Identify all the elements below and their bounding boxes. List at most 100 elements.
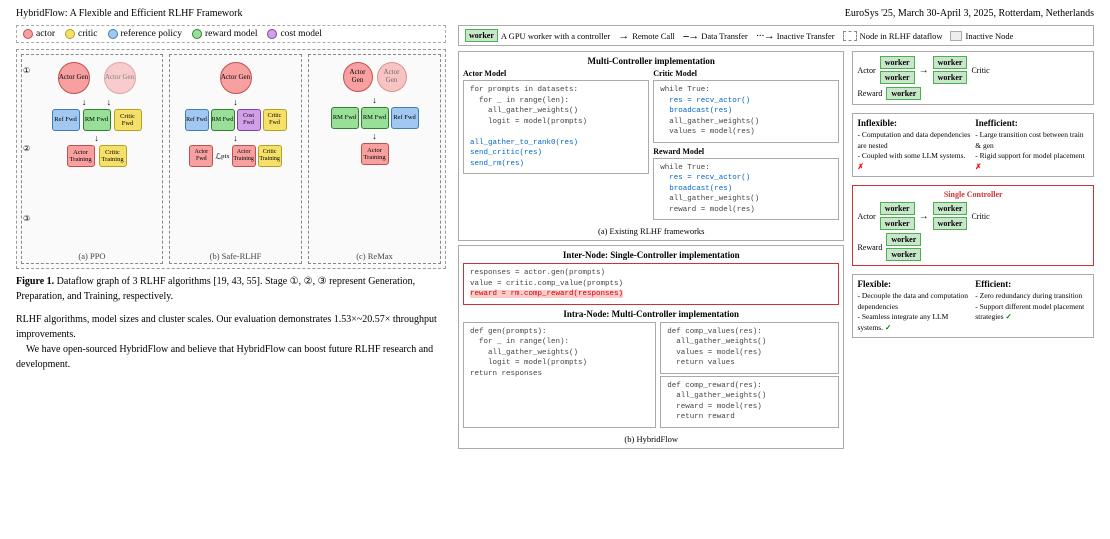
flexible-title: Flexible: xyxy=(857,279,971,289)
arrow-dashed-icon: --→ xyxy=(683,30,698,42)
remax-rm-fwd2: RM Fwd xyxy=(361,107,389,129)
worker-badge: worker xyxy=(465,29,498,42)
remote-call-legend: → Remote Call xyxy=(618,30,675,42)
safe-rlhf-label: (b) Safe-RLHF xyxy=(170,251,301,261)
hybridflow-section: Inter-Node: Single-Controller implementa… xyxy=(458,245,844,449)
reward-label-existing: Reward xyxy=(857,89,882,98)
algorithm-diagram: ① ② ③ Actor Gen Actor Gen ↓ ↓ xyxy=(16,49,446,269)
rlhf-node-label: Node in RLHF dataflow xyxy=(860,31,943,41)
inefficient-items: - Large transition cost between train & … xyxy=(975,130,1089,172)
actor-label-existing: Actor xyxy=(857,66,875,75)
inter-title: Inter-Node: Single-Controller implementa… xyxy=(463,250,839,260)
legend-refpol-label: reference policy xyxy=(121,29,182,39)
cost-circle xyxy=(267,29,277,39)
remax-actor-gen2: Actor Gen xyxy=(377,62,407,92)
legend-actor-label: actor xyxy=(36,29,55,39)
actor-circle xyxy=(23,29,33,39)
intra-title: Intra-Node: Multi-Controller implementat… xyxy=(463,309,839,319)
left-panel: actor critic reference policy reward mod… xyxy=(16,25,446,531)
figure-caption: Figure 1. Dataflow graph of 3 RLHF algor… xyxy=(16,275,446,304)
actor-label-hf: Actor xyxy=(857,212,875,221)
header-left: HybridFlow: A Flexible and Efficient RLH… xyxy=(16,8,242,19)
ppo-label: (a) PPO xyxy=(22,251,162,261)
arrow-solid-icon: → xyxy=(618,30,629,42)
srlhf-cost-fwd: Cost Fwd xyxy=(237,109,261,131)
remax-ref-fwd: Ref Fwd xyxy=(391,107,419,129)
inefficient-title: Inefficient: xyxy=(975,118,1089,128)
legend-critic-label: critic xyxy=(78,29,98,39)
reward-model-title: Reward Model xyxy=(653,147,839,156)
ppo-rm-fwd: RM Fwd xyxy=(83,109,111,131)
remax-block: Actor Gen Actor Gen ↓ RM Fwd RM Fwd Ref … xyxy=(308,54,441,264)
critic-label-hf: Critic xyxy=(971,212,989,221)
legend-actor: actor xyxy=(23,29,55,39)
existing-section: Multi-Controller implementation Actor Mo… xyxy=(458,51,844,241)
worker-box-2: worker xyxy=(880,71,915,84)
comp-reward-code: def comp_reward(res): all_gather_weights… xyxy=(660,376,839,428)
srlhf-critic-fwd: Critic Fwd xyxy=(263,109,287,131)
legend-reward: reward model xyxy=(192,29,258,39)
critic-circle xyxy=(65,29,75,39)
actor-model-code: for prompts in datasets: for _ in range(… xyxy=(463,80,649,174)
comp-values-code: def comp_values(res): all_gather_weights… xyxy=(660,322,839,374)
diagrams-col: Actor worker worker → worker worker xyxy=(852,51,1094,449)
data-transfer-label: Data Transfer xyxy=(701,31,748,41)
legend-reward-label: reward model xyxy=(205,29,258,39)
header-right: EuroSys '25, March 30-April 3, 2025, Rot… xyxy=(845,8,1094,19)
reward-model-code: while True: res = recv_actor() broadcast… xyxy=(653,158,839,221)
rlhf-node-legend: Node in RLHF dataflow xyxy=(843,31,943,41)
inactive-node-label: Inactive Node xyxy=(965,31,1013,41)
srlhf-actor-fwd: Actor Fwd xyxy=(189,145,213,167)
ppo-critic-fwd: Critic Fwd xyxy=(114,109,142,131)
actor-model-title: Actor Model xyxy=(463,69,649,78)
flexible-items: - Decouple the data and computation depe… xyxy=(857,291,971,333)
inter-code: responses = actor.gen(prompts) value = c… xyxy=(463,263,839,305)
reward-label-hf: Reward xyxy=(857,243,882,252)
worker-legend: worker A GPU worker with a controller xyxy=(465,29,610,42)
srlhf-ref-fwd: Ref Fwd xyxy=(185,109,209,131)
worker-box-5: worker xyxy=(886,87,921,100)
inflexible-items: - Computation and data dependencies are … xyxy=(857,130,971,172)
dashed-rect-icon xyxy=(843,31,857,41)
right-panel: worker A GPU worker with a controller → … xyxy=(458,25,1094,531)
hybridflow-label: (b) HybridFlow xyxy=(463,434,839,444)
hybridflow-model-diagram: Single Controller Actor worker worker → … xyxy=(852,185,1094,266)
worker-box-3: worker xyxy=(933,56,968,69)
remax-actor-train: Actor Training xyxy=(361,143,389,165)
ppo-ref-fwd: Ref Fwd xyxy=(52,109,80,131)
hf-worker-2: worker xyxy=(880,217,915,230)
safe-rlhf-block: Actor Gen ↓ Ref Fwd RM Fwd Cost Fwd Crit… xyxy=(169,54,302,264)
legend-cost: cost model xyxy=(267,29,321,39)
existing-title: Multi-Controller implementation xyxy=(463,56,839,66)
data-transfer-legend: --→ Data Transfer xyxy=(683,30,748,42)
ppo-block: Actor Gen Actor Gen ↓ ↓ Ref Fwd RM Fwd C… xyxy=(21,54,163,264)
inactive-transfer-legend: ···→ Inactive Transfer xyxy=(756,30,835,42)
legend-row: actor critic reference policy reward mod… xyxy=(16,25,446,43)
body-text: RLHF algorithms, model sizes and cluster… xyxy=(16,312,446,372)
critic-label-existing: Critic xyxy=(971,66,989,75)
inactive-transfer-label: Inactive Transfer xyxy=(777,31,835,41)
critic-model-title: Critic Model xyxy=(653,69,839,78)
hf-worker-6: worker xyxy=(886,248,921,261)
hf-worker-1: worker xyxy=(880,202,915,215)
ppo-actor-gen: Actor Gen xyxy=(58,62,90,94)
right-legend: worker A GPU worker with a controller → … xyxy=(458,25,1094,46)
reward-circle xyxy=(192,29,202,39)
existing-model-diagram: Actor worker worker → worker worker xyxy=(852,51,1094,105)
remote-call-label: Remote Call xyxy=(632,31,675,41)
worker-box-4: worker xyxy=(933,71,968,84)
worker-desc: A GPU worker with a controller xyxy=(501,31,610,41)
gen-code: def gen(prompts): for _ in range(len): a… xyxy=(463,322,656,428)
hf-worker-4: worker xyxy=(933,217,968,230)
hf-worker-5: worker xyxy=(886,233,921,246)
flexible-box: Flexible: - Decouple the data and comput… xyxy=(852,274,1094,338)
srlhf-actor-gen: Actor Gen xyxy=(220,62,252,94)
inflexible-title: Inflexible: xyxy=(857,118,971,128)
srlhf-actor-train: Actor Training xyxy=(232,145,256,167)
remax-rm-fwd1: RM Fwd xyxy=(331,107,359,129)
ppo-actor-train: Actor Training xyxy=(67,145,95,167)
legend-critic: critic xyxy=(65,29,98,39)
ppo-actor-gen2: Actor Gen xyxy=(104,62,136,94)
refpol-circle xyxy=(108,29,118,39)
worker-box-1: worker xyxy=(880,56,915,69)
